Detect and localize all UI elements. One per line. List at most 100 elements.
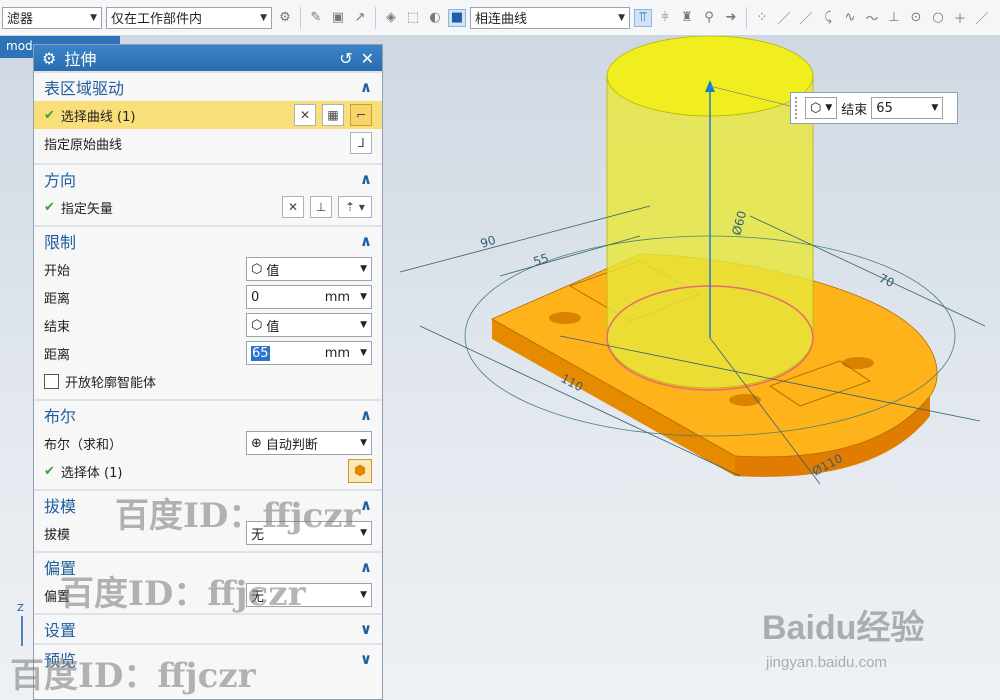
distance-label: 距离	[44, 347, 71, 363]
drag-handle[interactable]	[795, 97, 801, 119]
select-curve-row[interactable]: ✔ 选择曲线 (1) ✕ ▦ ⌐	[34, 101, 382, 129]
baidu-url: jingyan.baidu.com	[766, 654, 887, 671]
line2-icon[interactable]: ／	[797, 9, 815, 27]
dim-90: 90	[479, 233, 498, 251]
shade-icon[interactable]: ◐	[426, 9, 444, 27]
start-label: 开始	[44, 263, 71, 279]
chain-icon[interactable]: ⚲	[700, 9, 718, 27]
section-header-limits[interactable]: 限制 ∧	[34, 225, 382, 255]
open-profile-checkbox[interactable]	[44, 373, 59, 389]
chevron-down-icon: ▼	[360, 320, 367, 330]
specify-vector-label: 指定矢量	[60, 201, 113, 217]
curve-button[interactable]: ⌐	[350, 104, 372, 126]
curve-reverse-button[interactable]: ✕	[294, 104, 316, 126]
filter-type-icon[interactable]: ▣	[329, 9, 347, 27]
chevron-down-icon: ▼	[260, 12, 267, 23]
close-icon[interactable]: ✕	[361, 49, 374, 68]
curve-icon[interactable]: ⤹	[819, 9, 837, 27]
top-toolbar: 滤器 ▼ 仅在工作部件内 ▼ ⚙ ✎ ▣ ↗ ◈ ⬚ ◐ ■ 相连曲线 ▼ ⫪ …	[0, 0, 1000, 36]
select-body-button[interactable]: ⬢	[348, 459, 372, 483]
end-type-select[interactable]: ⬡ ▼	[805, 97, 838, 119]
section-title: 表区域驱动	[44, 79, 125, 98]
follow-fillet-icon[interactable]: ♜	[678, 9, 696, 27]
start-select[interactable]: ⬡ 值 ▼	[246, 257, 372, 281]
chevron-down-icon: ▼	[931, 103, 939, 113]
stop-at-intersection-icon[interactable]: ⫩	[656, 9, 674, 27]
scope-select[interactable]: 仅在工作部件内 ▼	[106, 6, 272, 29]
start-distance-input[interactable]: 0 mm ▼	[246, 285, 372, 309]
snap-icon[interactable]: ⚙	[276, 9, 294, 27]
checkmark-icon: ✔	[44, 107, 55, 123]
hole	[842, 357, 874, 369]
separator	[746, 6, 747, 29]
reset-icon[interactable]: ↺	[339, 49, 352, 68]
body-icon[interactable]: ■	[448, 8, 466, 27]
select-body-label: 选择体 (1)	[60, 465, 123, 481]
chevron-up-icon: ∧	[359, 406, 372, 424]
section-header-settings[interactable]: 设置 ∨	[34, 613, 382, 643]
boolean-label: 布尔（求和）	[44, 437, 123, 453]
checkmark-icon: ✔	[44, 463, 55, 479]
cross-icon[interactable]: ＋	[951, 9, 969, 27]
wave-icon[interactable]: 〜	[863, 9, 881, 27]
select-all-icon[interactable]: ◈	[382, 9, 400, 27]
vector-type-select[interactable]: ⇡ ▾	[338, 196, 372, 218]
filter-select[interactable]: 滤器 ▼	[2, 6, 102, 29]
boolean-select[interactable]: ⊕ 自动判断 ▼	[246, 431, 372, 455]
line-icon[interactable]: ／	[775, 9, 793, 27]
chevron-down-icon: ▼	[618, 12, 625, 23]
separator	[375, 6, 376, 29]
curve-rule-value: 相连曲线	[475, 12, 528, 27]
separator	[300, 6, 301, 29]
spline-icon[interactable]: ∿	[841, 9, 859, 27]
dialog-titlebar: ⚙ 拉伸 ↺ ✕	[34, 45, 382, 71]
end-value-input[interactable]: 65 ▼	[871, 97, 944, 119]
unit-label: mm	[324, 289, 351, 305]
intersect-icon[interactable]: ⫪	[634, 8, 652, 27]
circle-icon[interactable]: ○	[929, 9, 947, 27]
origin-curve-label: 指定原始曲线	[44, 137, 123, 153]
snap-point-icon[interactable]: ⁘	[753, 9, 771, 27]
plus-arc-icon[interactable]: ⊥	[885, 9, 903, 27]
cube-icon: ⬡	[810, 100, 822, 116]
chevron-down-icon: ∨	[359, 620, 372, 638]
chevron-down-icon: ▼	[360, 438, 367, 448]
svg-text:Z: Z	[17, 603, 24, 614]
part-tab-label: mod	[6, 39, 33, 53]
dim-55: 55	[532, 251, 551, 269]
curve-rule-select[interactable]: 相连曲线 ▼	[470, 6, 630, 29]
chevron-down-icon: ∨	[359, 650, 372, 668]
circle-point-icon[interactable]: ⊙	[907, 9, 925, 27]
chevron-up-icon: ∧	[359, 232, 372, 250]
section-title: 拔模	[44, 497, 77, 516]
cube-icon: ⬡	[251, 261, 263, 277]
origin-curve-button[interactable]: ᒧ	[350, 132, 372, 154]
slash-icon[interactable]: ／	[973, 9, 991, 27]
pointer-icon[interactable]: ↗	[351, 9, 369, 27]
vector-dialog-button[interactable]: ⊥	[310, 196, 332, 218]
distance-label: 距离	[44, 291, 71, 307]
chevron-up-icon: ∧	[359, 78, 372, 96]
baidu-logo: Baidu经验	[762, 609, 925, 647]
end-distance-input[interactable]: 65 mm ▼	[246, 341, 372, 365]
section-header-section[interactable]: 表区域驱动 ∧	[34, 71, 382, 101]
box-select-icon[interactable]: ⬚	[404, 9, 422, 27]
section-header-direction[interactable]: 方向 ∧	[34, 163, 382, 193]
chevron-down-icon: ▼	[360, 590, 367, 600]
chevron-up-icon: ∧	[359, 170, 372, 188]
start-row: 开始 ⬡ 值 ▼	[34, 255, 382, 283]
sketch-button[interactable]: ▦	[322, 104, 344, 126]
watermark: 百度ID：ffjczr	[60, 574, 306, 614]
chevron-up-icon: ∧	[359, 496, 372, 514]
origin-curve-row[interactable]: 指定原始曲线 ᒧ	[34, 129, 382, 157]
end-distance-value: 65	[251, 345, 270, 361]
specify-vector-row[interactable]: ✔ 指定矢量 ✕ ⊥ ⇡ ▾	[34, 193, 382, 221]
filter-label: 滤器	[7, 12, 34, 27]
select-icon[interactable]: ✎	[307, 9, 325, 27]
open-profile-row[interactable]: 开放轮廓智能体	[34, 367, 382, 395]
reverse-direction-button[interactable]: ✕	[282, 196, 304, 218]
select-body-row[interactable]: ✔ 选择体 (1) ⬢	[34, 457, 382, 485]
section-header-boolean[interactable]: 布尔 ∧	[34, 399, 382, 429]
end-select[interactable]: ⬡ 值 ▼	[246, 313, 372, 337]
arrow-right-icon[interactable]: ➜	[722, 9, 740, 27]
